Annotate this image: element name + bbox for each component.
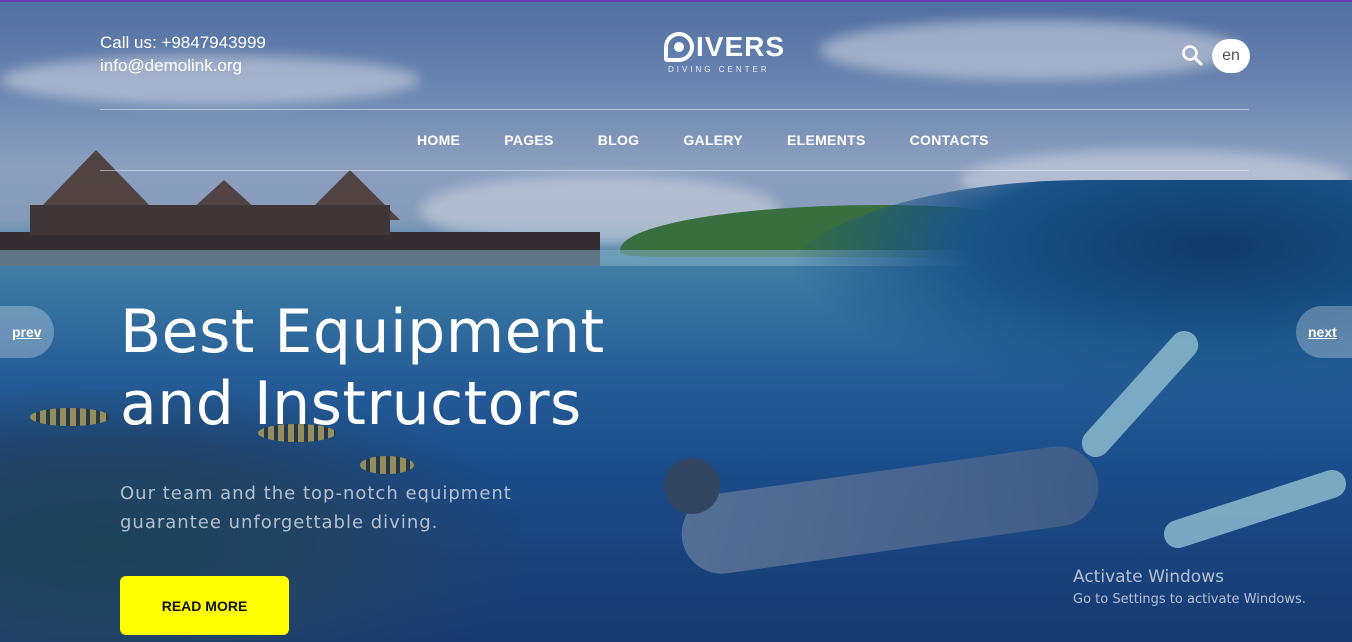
headline-line-2: and Instructors: [120, 369, 582, 439]
read-more-button[interactable]: READ MORE: [120, 576, 289, 635]
nav-item-contacts[interactable]: CONTACTS: [910, 132, 989, 148]
slider-prev-button[interactable]: prev: [0, 306, 54, 358]
nav-item-galery[interactable]: GALERY: [683, 132, 743, 148]
contact-info: Call us: +9847943999 info@demolink.org: [100, 31, 266, 77]
nav-item-elements[interactable]: ELEMENTS: [787, 132, 866, 148]
nav-item-blog[interactable]: BLOG: [598, 132, 640, 148]
windows-activation-watermark: Activate Windows Go to Settings to activ…: [1073, 566, 1306, 612]
email-text: info@demolink.org: [100, 56, 242, 75]
slide-tagline: Our team and the top-notch equipment gua…: [120, 479, 590, 537]
logo[interactable]: IVERS DIVING CENTER: [664, 32, 786, 78]
logo-d-icon: [664, 32, 694, 62]
watermark-title: Activate Windows: [1073, 567, 1224, 587]
nav-divider-bottom: [100, 170, 1249, 171]
tagline-line-2: guarantee unforgettable diving.: [120, 512, 439, 533]
nav-item-home[interactable]: HOME: [417, 132, 460, 148]
language-switcher[interactable]: en: [1212, 39, 1250, 73]
search-icon: [1182, 45, 1203, 66]
hero-background: Call us: +9847943999 info@demolink.org I…: [0, 0, 1352, 642]
logo-text: IVERS: [696, 31, 786, 62]
headline-line-1: Best Equipment: [120, 297, 605, 367]
nav-item-pages[interactable]: PAGES: [504, 132, 553, 148]
search-button[interactable]: [1180, 43, 1204, 67]
logo-subtitle: DIVING CENTER: [668, 65, 770, 74]
phone-text: Call us: +9847943999: [100, 33, 266, 52]
main-nav: HOME PAGES BLOG GALERY ELEMENTS CONTACTS: [395, 110, 1011, 170]
tagline-line-1: Our team and the top-notch equipment: [120, 483, 512, 504]
watermark-subtitle: Go to Settings to activate Windows.: [1073, 592, 1306, 607]
slider-next-button[interactable]: next: [1296, 306, 1352, 358]
logo-wordmark: IVERS: [664, 32, 786, 62]
slide-headline: Best Equipment and Instructors: [120, 296, 680, 440]
